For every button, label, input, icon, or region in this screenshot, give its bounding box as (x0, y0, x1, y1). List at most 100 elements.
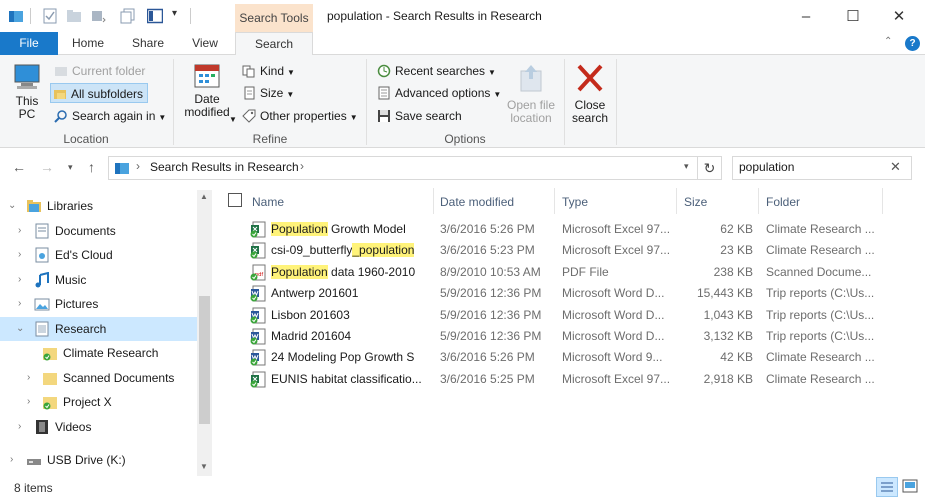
nav-item-climate-research[interactable]: Climate Research (0, 341, 197, 365)
collapsed-chevron-icon[interactable]: › (18, 243, 21, 267)
nav-item-videos[interactable]: › Videos (0, 415, 197, 439)
tab-home[interactable]: Home (62, 32, 114, 55)
tab-file[interactable]: File (0, 32, 58, 55)
collapsed-chevron-icon[interactable]: › (10, 448, 13, 472)
this-pc-button[interactable]: This PC (6, 61, 48, 121)
collapsed-chevron-icon[interactable]: › (27, 390, 30, 414)
large-icons-view-button[interactable] (900, 477, 922, 497)
collapsed-chevron-icon[interactable]: › (18, 292, 21, 316)
details-view-button[interactable] (876, 477, 898, 497)
tab-view[interactable]: View (180, 32, 230, 55)
current-folder-button[interactable]: Current folder (52, 61, 145, 81)
refresh-button[interactable]: ↻ (698, 156, 722, 180)
file-row[interactable]: 24 Modeling Pop Growth S 3/6/2016 5:26 PM… (219, 347, 925, 368)
minimize-button[interactable]: – (783, 0, 829, 32)
collapsed-chevron-icon[interactable]: › (18, 268, 21, 292)
file-row[interactable]: EUNIS habitat classificatio... 3/6/2016 5… (219, 369, 925, 390)
file-size: 62 KB (720, 222, 753, 236)
tab-share[interactable]: Share (122, 32, 174, 55)
file-row[interactable]: Lisbon 201603 5/9/2016 12:36 PM Microsoft … (219, 305, 925, 326)
scrollbar-thumb[interactable] (199, 296, 210, 424)
column-header-name[interactable]: Name (252, 192, 284, 212)
recent-searches-button[interactable]: Recent searches ▼ (375, 61, 496, 81)
other-properties-button[interactable]: Other properties ▼ (240, 106, 358, 126)
open-file-location-button[interactable]: Open file location (502, 63, 560, 125)
nav-item-music[interactable]: › Music (0, 268, 197, 292)
nav-label: Documents (55, 224, 116, 238)
tab-search[interactable]: Search (235, 32, 313, 56)
date-modified-button[interactable]: Date modified (178, 61, 236, 119)
all-subfolders-button[interactable]: All subfolders (50, 83, 149, 103)
expanded-chevron-icon[interactable]: ⌄ (8, 194, 16, 218)
file-type: Microsoft Excel 97... (562, 371, 671, 386)
breadcrumb-chevron-icon[interactable]: › (136, 159, 140, 173)
file-type: Microsoft Word D... (562, 307, 665, 322)
music-icon (35, 272, 49, 288)
column-header-date-modified[interactable]: Date modified (440, 192, 514, 212)
forward-arrow-icon[interactable]: → (40, 159, 54, 175)
column-header-type[interactable]: Type (562, 192, 588, 212)
undo-icon[interactable] (90, 8, 106, 24)
help-icon[interactable]: ? (905, 36, 920, 51)
up-arrow-icon[interactable]: ↑ (88, 159, 95, 175)
date-modified-caret-icon: ▼ (229, 115, 237, 124)
expanded-chevron-icon[interactable]: ⌄ (16, 317, 24, 341)
file-folder: Climate Research ... (766, 222, 875, 236)
search-again-in-button[interactable]: Search again in ▼ (52, 106, 166, 126)
collapsed-chevron-icon[interactable]: › (18, 415, 21, 439)
file-row[interactable]: Madrid 201604 5/9/2016 12:36 PM Microsoft … (219, 326, 925, 347)
collapsed-chevron-icon[interactable]: › (27, 366, 30, 390)
address-dropdown-chevron-icon[interactable]: ▾ (684, 161, 689, 172)
excel-file-icon (250, 242, 266, 259)
breadcrumb-path[interactable]: Search Results in Research (150, 160, 299, 174)
nav-item-documents[interactable]: › Documents (0, 219, 197, 243)
qat-customize-chevron-icon[interactable]: ▾ (172, 8, 177, 19)
nav-item-project-x[interactable]: › Project X (0, 390, 197, 414)
clear-search-icon[interactable]: ✕ (890, 159, 901, 175)
nav-item-scanned-documents[interactable]: › Scanned Documents (0, 366, 197, 390)
file-row[interactable]: pdf Population data 1960-2010 8/9/2010 10:… (219, 262, 925, 283)
save-search-button[interactable]: Save search (375, 106, 462, 126)
scroll-up-icon[interactable]: ▲ (200, 192, 208, 201)
nav-item-pictures[interactable]: › Pictures (0, 292, 197, 316)
new-folder-icon[interactable] (66, 8, 82, 24)
column-divider[interactable] (882, 188, 883, 214)
file-row[interactable]: csi-09_butterfly_population 3/6/2016 5:23… (219, 240, 925, 261)
dropdown-caret-icon: ▼ (493, 90, 502, 99)
nav-item-eds-cloud[interactable]: › Ed's Cloud (0, 243, 197, 267)
copy-icon[interactable] (120, 8, 136, 24)
kind-button[interactable]: Kind ▼ (240, 61, 295, 81)
view-pane-icon[interactable] (147, 8, 163, 24)
close-window-button[interactable]: ✕ (876, 0, 922, 32)
nav-item-libraries[interactable]: ⌄ Libraries (0, 194, 197, 218)
file-folder: Trip reports (C:\Us... (766, 286, 875, 301)
column-header-folder[interactable]: Folder (766, 192, 800, 212)
column-divider[interactable] (758, 188, 759, 214)
back-arrow-icon[interactable]: ← (12, 159, 26, 175)
scroll-down-icon[interactable]: ▼ (200, 462, 208, 471)
column-header-size[interactable]: Size (684, 192, 707, 212)
file-size: 42 KB (720, 350, 753, 365)
minimize-ribbon-chevron-icon[interactable]: ⌃ (884, 36, 892, 47)
column-divider[interactable] (554, 188, 555, 214)
collapsed-chevron-icon[interactable]: › (18, 219, 21, 243)
advanced-options-button[interactable]: Advanced options ▼ (375, 83, 501, 103)
properties-icon[interactable] (42, 8, 58, 24)
nav-item-usb-drive[interactable]: › USB Drive (K:) (0, 448, 197, 472)
file-row[interactable]: Antwerp 201601 5/9/2016 12:36 PM Microsoft… (219, 283, 925, 304)
column-divider[interactable] (676, 188, 677, 214)
recent-locations-chevron-icon[interactable]: ▾ (68, 162, 73, 173)
close-search-button[interactable]: Close search (568, 63, 612, 125)
breadcrumb-chevron-icon[interactable]: › (300, 159, 304, 173)
size-button[interactable]: Size ▼ (240, 83, 294, 103)
file-folder: Climate Research ... (766, 371, 875, 386)
dropdown-caret-icon: ▼ (349, 113, 358, 122)
kind-icon (242, 65, 255, 78)
maximize-button[interactable]: ☐ (830, 0, 876, 32)
file-row[interactable]: Population Growth Model 3/6/2016 5:26 PM M… (219, 219, 925, 240)
ribbon: This PC Current folder All subfolders Se… (0, 55, 925, 148)
column-divider[interactable] (433, 188, 434, 214)
select-all-checkbox[interactable] (228, 193, 242, 207)
nav-item-research[interactable]: ⌄ Research (0, 317, 197, 341)
refine-group-label: Refine (252, 132, 288, 146)
